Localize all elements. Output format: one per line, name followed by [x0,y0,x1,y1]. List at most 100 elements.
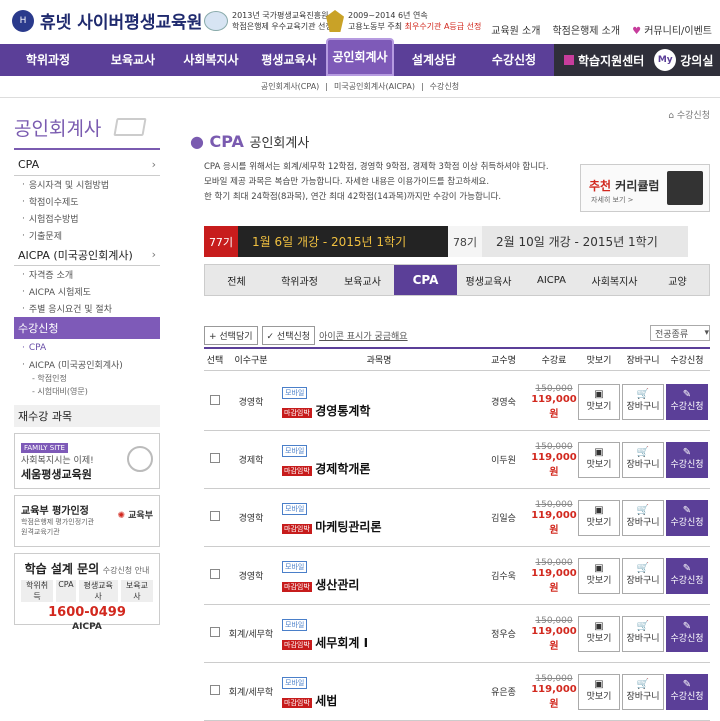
preview-button[interactable]: ▣ 맛보기 [578,615,620,652]
course-name[interactable]: 생산관리 [315,578,359,592]
sidebar-sub-item[interactable]: 자격증 소개 [14,266,160,283]
col-select: 선택 [206,356,224,366]
award-seal-icon [204,11,228,31]
preview-button[interactable]: ▣ 맛보기 [578,441,620,478]
nav-cpa-active[interactable]: 공인회계사 [326,38,394,76]
subnav-cpa[interactable]: 공인회계사(CPA) [261,81,319,92]
old-price: 150,000 [535,383,573,394]
consult-box[interactable]: 학습 설계 문의 수강신청 안내 학위취득 CPA 평생교육사 보육교사 160… [14,553,160,632]
mobile-badge: 모바일 [282,618,308,631]
preview-button[interactable]: ▣ 맛보기 [578,499,620,536]
tab-lifelong[interactable]: 평생교육사 [457,265,520,295]
row-checkbox[interactable] [210,685,220,695]
nav-consulting[interactable]: 설계상담 [394,44,474,76]
nav-degree[interactable]: 학위과정 [0,44,96,76]
preview-button[interactable]: ▣ 맛보기 [578,383,620,420]
preview-icon: ▣ [594,620,604,632]
sidebar-note[interactable]: - 시험대비(영문) [14,386,160,399]
tab-liberal-arts[interactable]: 교양 [646,265,709,295]
cart-button[interactable]: 🛒 장바구니 [622,441,664,478]
apply-button[interactable]: ✎ 수강신청 [666,499,708,536]
nav-learning-center[interactable]: 학습지원센터 My 강의실 [554,44,720,76]
my-icon: My [654,49,677,71]
cart-icon: 🛒 [636,620,650,632]
nav-registration[interactable]: 수강신청 [474,44,554,76]
apply-button[interactable]: ✎ 수강신청 [666,441,708,478]
family-site-box[interactable]: FAMILY SITE 사회복지시는 이제! 세움평생교육원 [14,433,160,489]
round-tab-78[interactable]: 78기 2월 10일 개강 - 2015년 1학기 [448,226,688,257]
sidebar-item-register[interactable]: 수강신청 [14,317,160,339]
cart-button[interactable]: 🛒 장바구니 [622,383,664,420]
row-checkbox[interactable] [210,453,220,463]
sidebar-sub-item-aicpa[interactable]: AICPA (미국공인회계사) [14,356,160,373]
major-kind-value: 전공종류 [655,329,689,340]
row-select-cell [204,395,226,408]
tab-childcare[interactable]: 보육교사 [331,265,394,295]
course-name[interactable]: 마케팅관리론 [315,520,381,534]
select-add-button[interactable]: + 선택담기 [204,326,258,345]
tab-cpa[interactable]: CPA [394,265,457,295]
sidebar-item-aicpa[interactable]: AICPA (미국공인회계사) › [14,244,160,266]
curriculum-banner[interactable]: 추천 커리큘럼 자세히 보기 > [580,164,710,212]
consult-phone: 1600-0499 [48,605,126,620]
row-checkbox[interactable] [210,627,220,637]
link-community-label: 커뮤니티/이벤트 [644,26,712,37]
link-credit-bank[interactable]: 학점은행제 소개 [552,22,620,37]
link-community[interactable]: ♥ 커뮤니티/이벤트 [632,22,712,37]
tab-all[interactable]: 전체 [205,265,268,295]
nav-lifelong-edu[interactable]: 평생교육사 [252,44,326,76]
row-checkbox[interactable] [210,395,220,405]
nav-childcare[interactable]: 보육교사 [96,44,170,76]
cart-label: 장바구니 [626,517,660,528]
major-kind-select[interactable]: 전공종류 ▾ [650,325,710,341]
tab-social-worker[interactable]: 사회복지사 [583,265,646,295]
course-name[interactable]: 세법 [315,694,337,708]
course-name[interactable]: 경영통계학 [315,404,370,418]
tab-degree[interactable]: 학위과정 [268,265,331,295]
apply-button[interactable]: ✎ 수강신청 [666,673,708,710]
preview-button[interactable]: ▣ 맛보기 [578,557,620,594]
select-apply-button[interactable]: ✓ 선택신청 [261,326,316,345]
logo[interactable]: H 휴넷 사이버평생교육원 [12,8,202,33]
cart-button[interactable]: 🛒 장바구니 [622,499,664,536]
sidebar-title: 공인회계사 [14,106,160,150]
sidebar-sub-item-cpa[interactable]: CPA [14,339,160,356]
row-checkbox[interactable] [210,569,220,579]
tab-aicpa[interactable]: AICPA [520,265,583,295]
mobile-badge: 모바일 [282,560,308,573]
sidebar-sub-item[interactable]: 응시자격 및 시험방법 [14,176,160,193]
sidebar-sub-item[interactable]: 주별 응시요건 및 절차 [14,300,160,317]
sidebar-item-cpa[interactable]: CPA › [14,154,160,176]
apply-button[interactable]: ✎ 수강신청 [666,383,708,420]
row-apply-cell: ✎ 수강신청 [665,383,709,420]
sidebar-sub-item[interactable]: AICPA 시험제도 [14,283,160,300]
apply-button[interactable]: ✎ 수강신청 [666,615,708,652]
round1-tag: 77기 [204,226,238,257]
round-tab-77[interactable]: 77기 1월 6일 개강 - 2015년 1학기 [204,226,448,257]
nav-my-room[interactable]: 강의실 [680,52,713,69]
sidebar-sub-item[interactable]: 시험접수방법 [14,210,160,227]
link-intro[interactable]: 교육원 소개 [491,22,540,37]
sidebar-note[interactable]: - 학점인정 [14,373,160,386]
award2-line1: 2009~2014 6년 연속 [348,11,428,20]
sidebar-sub-item[interactable]: 기출문제 [14,227,160,244]
course-name[interactable]: 경제학개론 [315,462,370,476]
cart-button[interactable]: 🛒 장바구니 [622,673,664,710]
subnav-aicpa[interactable]: 미국공인회계사(AICPA) [334,81,415,92]
apply-button[interactable]: ✎ 수강신청 [666,557,708,594]
sidebar-item-reregister[interactable]: 재수강 과목 [14,405,160,427]
icon-help-link[interactable]: 아이콘 표시가 궁금해요 [319,329,408,342]
row-fee-cell: 150,000 119,000 원 [531,558,577,594]
row-preview-cell: ▣ 맛보기 [577,383,621,420]
cart-button[interactable]: 🛒 장바구니 [622,615,664,652]
subnav-register[interactable]: 수강신청 [430,81,459,92]
pencil-icon: ✎ [682,388,692,400]
cart-button[interactable]: 🛒 장바구니 [622,557,664,594]
cart-label: 장바구니 [626,459,660,470]
sidebar-sub-item[interactable]: 학점이수제도 [14,193,160,210]
row-select-cell [204,453,226,466]
row-checkbox[interactable] [210,511,220,521]
nav-social-worker[interactable]: 사회복지사 [170,44,252,76]
course-name[interactable]: 세무회계 I [315,636,368,650]
preview-button[interactable]: ▣ 맛보기 [578,673,620,710]
